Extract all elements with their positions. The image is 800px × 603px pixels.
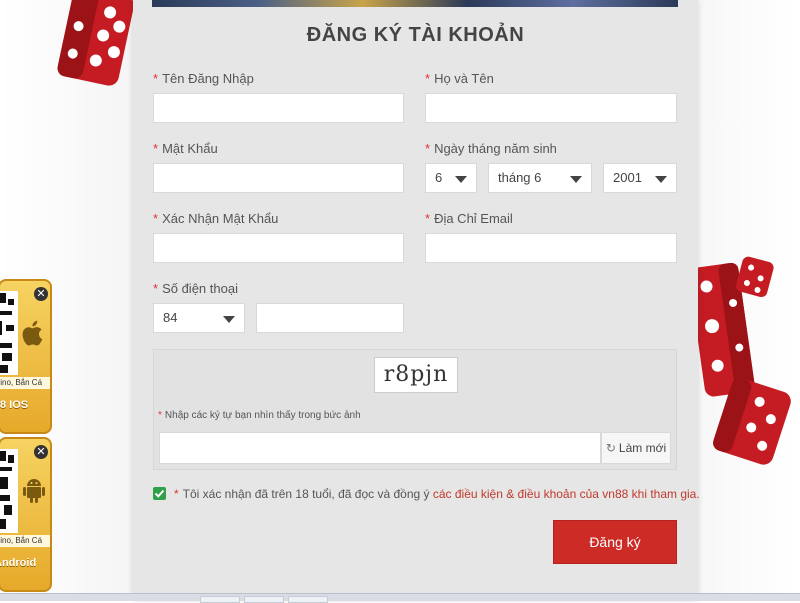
phone-code-select[interactable]: 84 bbox=[153, 303, 245, 333]
fullname-label: * Họ và Tên bbox=[425, 71, 494, 86]
dob-month-select[interactable]: tháng 6 bbox=[488, 163, 592, 193]
dob-year-select[interactable]: 2001 bbox=[603, 163, 677, 193]
ios-card-strip: Casino, Bắn Cá bbox=[0, 377, 50, 389]
captcha-label: * Nhập các ký tự bạn nhìn thấy trong bức … bbox=[158, 410, 361, 421]
refresh-icon: ↻ bbox=[605, 441, 616, 455]
username-input[interactable] bbox=[153, 93, 404, 123]
chevron-down-icon bbox=[223, 316, 235, 323]
agree-checkbox[interactable] bbox=[153, 487, 166, 500]
register-button[interactable]: Đăng ký bbox=[553, 520, 677, 564]
ios-app-card[interactable]: ✕ Casino, Bắn Cá 8 IOS bbox=[0, 279, 52, 434]
ios-card-label: 8 IOS bbox=[0, 399, 29, 411]
captcha-input[interactable] bbox=[159, 432, 601, 464]
chevron-down-icon bbox=[655, 176, 667, 183]
dob-label: * Ngày tháng năm sinh bbox=[425, 141, 557, 156]
confirm-password-input[interactable] bbox=[153, 233, 404, 263]
captcha-image: r8pjn bbox=[374, 357, 458, 393]
android-card-label: Android bbox=[0, 557, 37, 569]
captcha-box: r8pjn * Nhập các ký tự bạn nhìn thấy tron… bbox=[153, 349, 677, 470]
password-label: * Mật Khẩu bbox=[153, 141, 218, 156]
close-icon[interactable]: ✕ bbox=[34, 445, 48, 459]
refresh-captcha-button[interactable]: ↻ Làm mới bbox=[601, 432, 671, 464]
username-label: * Tên Đăng Nhập bbox=[153, 71, 254, 86]
dob-day-select[interactable]: 6 bbox=[425, 163, 477, 193]
android-card-strip: Casino, Bắn Cá bbox=[0, 535, 50, 547]
email-label: * Địa Chỉ Email bbox=[425, 211, 513, 226]
chevron-down-icon bbox=[570, 176, 582, 183]
fullname-input[interactable] bbox=[425, 93, 677, 123]
check-icon bbox=[154, 489, 165, 498]
page-title: ĐĂNG KÝ TÀI KHOẢN bbox=[306, 24, 525, 46]
dice-right-large bbox=[690, 256, 791, 465]
email-input[interactable] bbox=[425, 233, 677, 263]
registration-panel: ĐĂNG KÝ TÀI KHOẢN * Tên Đăng Nhập * Họ và … bbox=[133, 0, 700, 600]
top-banner-image bbox=[152, 0, 678, 7]
qr-code-ios bbox=[0, 291, 18, 375]
terms-link[interactable]: các điều kiện & điều khoản của vn88 khi … bbox=[433, 487, 700, 501]
android-app-card[interactable]: ✕ Casino, Bắn Cá Android bbox=[0, 437, 52, 592]
dice-top-left bbox=[57, 0, 134, 86]
android-icon bbox=[23, 479, 45, 503]
agree-text: * Tôi xác nhận đã trên 18 tuổi, đã đọc và… bbox=[174, 487, 700, 501]
close-icon[interactable]: ✕ bbox=[34, 287, 48, 301]
apple-icon bbox=[22, 320, 43, 346]
phone-input[interactable] bbox=[256, 303, 404, 333]
qr-code-android bbox=[0, 449, 18, 533]
confirm-password-label: * Xác Nhận Mật Khẩu bbox=[153, 211, 279, 226]
chevron-down-icon bbox=[455, 176, 467, 183]
password-input[interactable] bbox=[153, 163, 404, 193]
phone-label: * Số điện thoại bbox=[153, 281, 238, 296]
